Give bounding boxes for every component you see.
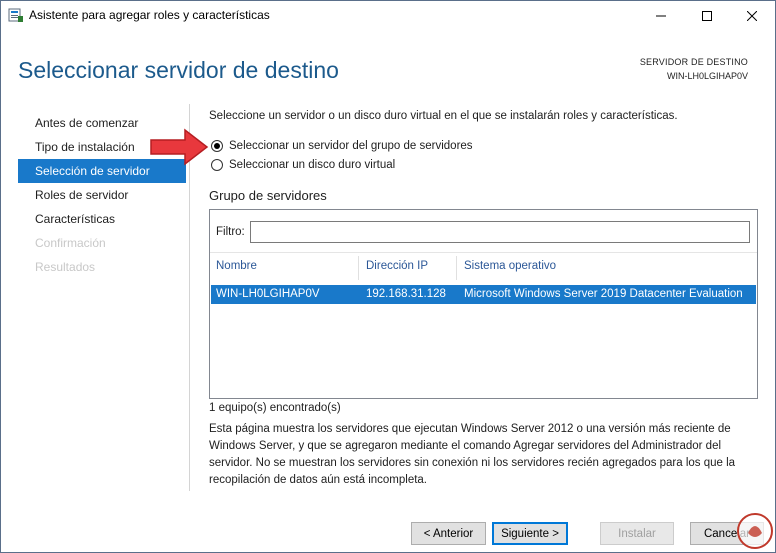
close-icon [747, 11, 757, 21]
window-title: Asistente para agregar roles y caracterí… [29, 8, 270, 22]
previous-button[interactable]: < Anterior [411, 522, 486, 545]
maximize-icon [702, 11, 712, 21]
column-header-os[interactable]: Sistema operativo [464, 260, 556, 272]
cell-name: WIN-LH0LGIHAP0V [216, 288, 320, 300]
filter-label: Filtro: [216, 226, 245, 238]
radio-server-pool-indicator[interactable] [211, 140, 223, 152]
radio-server-pool[interactable]: Seleccionar un servidor del grupo de ser… [211, 138, 473, 154]
red-arrow-icon [150, 128, 209, 166]
column-separator[interactable] [456, 256, 457, 280]
destination-server-label: SERVIDOR DE DESTINO [639, 57, 748, 67]
watermark-logo-icon [737, 513, 773, 549]
destination-server-name: WIN-LH0LGIHAP0V [666, 71, 748, 81]
column-header-name[interactable]: Nombre [216, 260, 257, 272]
radio-vhd-indicator[interactable] [211, 159, 223, 171]
server-pool-box: Filtro: Nombre Dirección IP Sistema oper… [209, 209, 758, 399]
cell-os: Microsoft Windows Server 2019 Datacenter… [464, 288, 743, 300]
minimize-icon [656, 15, 666, 17]
column-separator[interactable] [358, 256, 359, 280]
server-manager-icon [8, 8, 23, 22]
next-button[interactable]: Siguiente > [492, 522, 568, 545]
nav-item-server-roles[interactable]: Roles de servidor [18, 183, 186, 207]
minimize-button[interactable] [638, 1, 684, 31]
filter-separator [210, 252, 757, 253]
title-bar[interactable]: Asistente para agregar roles y caracterí… [1, 1, 775, 31]
maximize-button[interactable] [684, 1, 730, 31]
nav-item-confirmation: Confirmación [35, 236, 106, 250]
description-text: Esta página muestra los servidores que e… [209, 423, 736, 486]
server-pool-heading: Grupo de servidores [209, 188, 327, 203]
radio-server-pool-label: Seleccionar un servidor del grupo de ser… [229, 140, 473, 152]
close-button[interactable] [729, 1, 775, 31]
cell-ip: 192.168.31.128 [366, 288, 446, 300]
page-title: Seleccionar servidor de destino [18, 57, 339, 83]
intro-text: Seleccione un servidor o un disco duro v… [209, 110, 678, 122]
column-header-ip[interactable]: Dirección IP [366, 260, 428, 272]
nav-item-features[interactable]: Características [18, 207, 186, 231]
nav-item-results: Resultados [35, 260, 96, 274]
filter-input[interactable] [250, 221, 750, 243]
table-row[interactable]: WIN-LH0LGIHAP0V 192.168.31.128 Microsoft… [211, 285, 756, 304]
wizard-window: Asistente para agregar roles y caracterí… [0, 0, 776, 553]
radio-vhd-label: Seleccionar un disco duro virtual [229, 159, 396, 171]
radio-vhd[interactable]: Seleccionar un disco duro virtual [211, 157, 395, 173]
install-button: Instalar [600, 522, 674, 545]
result-count: 1 equipo(s) encontrado(s) [209, 402, 341, 414]
